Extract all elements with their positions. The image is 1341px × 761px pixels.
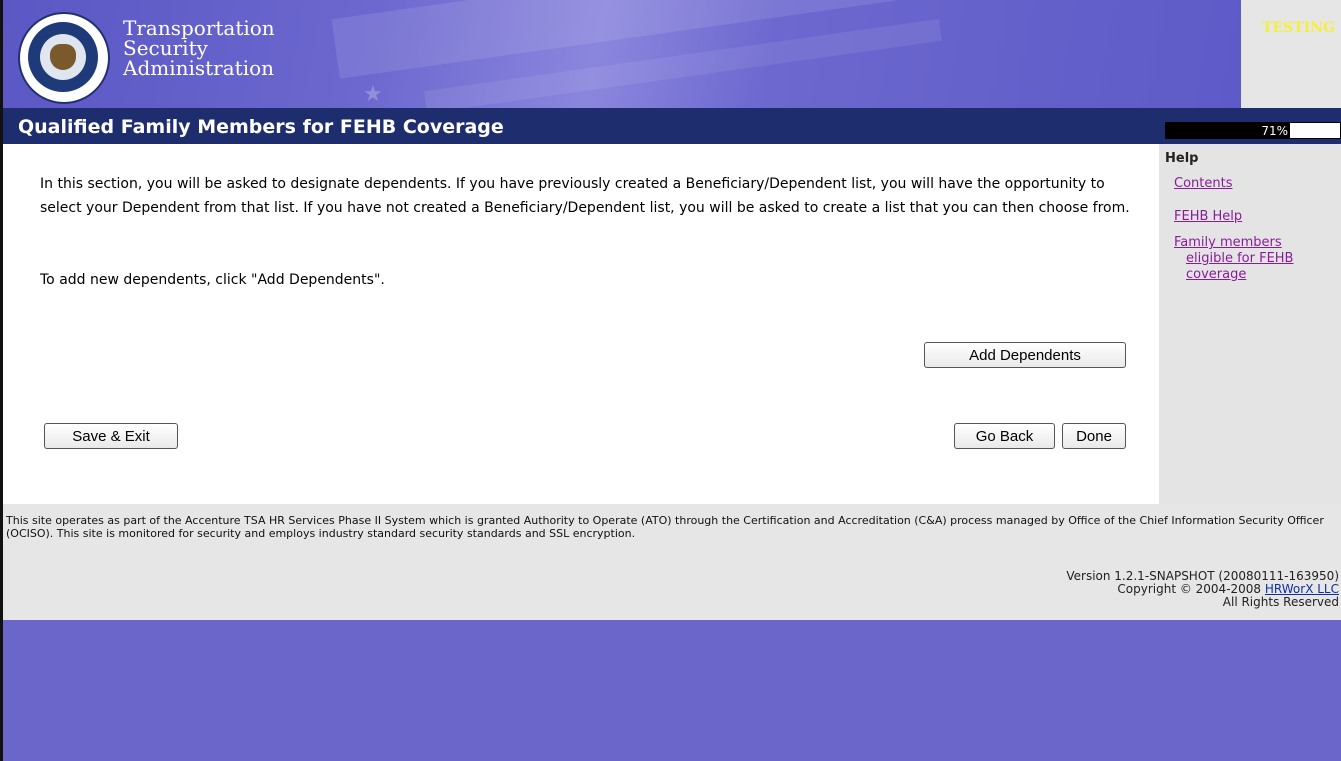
agency-name: Transportation Security Administration bbox=[123, 18, 275, 78]
progress-bar: 71% bbox=[1165, 122, 1341, 139]
version-info: Version 1.2.1-SNAPSHOT (20080111-163950)… bbox=[1066, 570, 1339, 609]
page-title: Qualified Family Members for FEHB Covera… bbox=[18, 116, 504, 138]
done-button[interactable]: Done bbox=[1062, 423, 1126, 449]
rights-text: All Rights Reserved bbox=[1222, 595, 1339, 609]
add-dependents-note: To add new dependents, click "Add Depend… bbox=[40, 272, 385, 288]
help-link-family-members[interactable]: coverage bbox=[1186, 267, 1246, 283]
security-disclaimer: This site operates as part of the Accent… bbox=[6, 514, 1324, 540]
dhs-seal-logo bbox=[18, 12, 110, 104]
environment-panel bbox=[1241, 0, 1341, 108]
eagle-icon bbox=[50, 44, 76, 70]
testing-label: TESTING bbox=[1262, 20, 1335, 36]
help-link-contents[interactable]: Contents bbox=[1174, 176, 1232, 192]
agency-line-3: Administration bbox=[123, 56, 275, 80]
help-link-fehb-help[interactable]: FEHB Help bbox=[1174, 209, 1242, 225]
help-link-family-members[interactable]: Family members bbox=[1174, 235, 1282, 251]
flag-star-icon: ★ bbox=[363, 82, 383, 107]
agency-line-1: Transportation bbox=[123, 16, 275, 40]
help-link-family-members[interactable]: eligible for FEHB bbox=[1186, 251, 1293, 267]
help-sidebar bbox=[1159, 144, 1341, 504]
progress-label: 71% bbox=[1261, 124, 1288, 138]
agency-line-2: Security bbox=[123, 36, 208, 60]
hrworx-link[interactable]: HRWorX LLC bbox=[1265, 582, 1339, 596]
intro-text: In this section, you will be asked to de… bbox=[40, 176, 1130, 216]
help-title: Help bbox=[1165, 151, 1199, 166]
add-dependents-button[interactable]: Add Dependents bbox=[924, 342, 1126, 368]
go-back-button[interactable]: Go Back bbox=[954, 423, 1055, 449]
save-exit-button[interactable]: Save & Exit bbox=[44, 423, 178, 449]
